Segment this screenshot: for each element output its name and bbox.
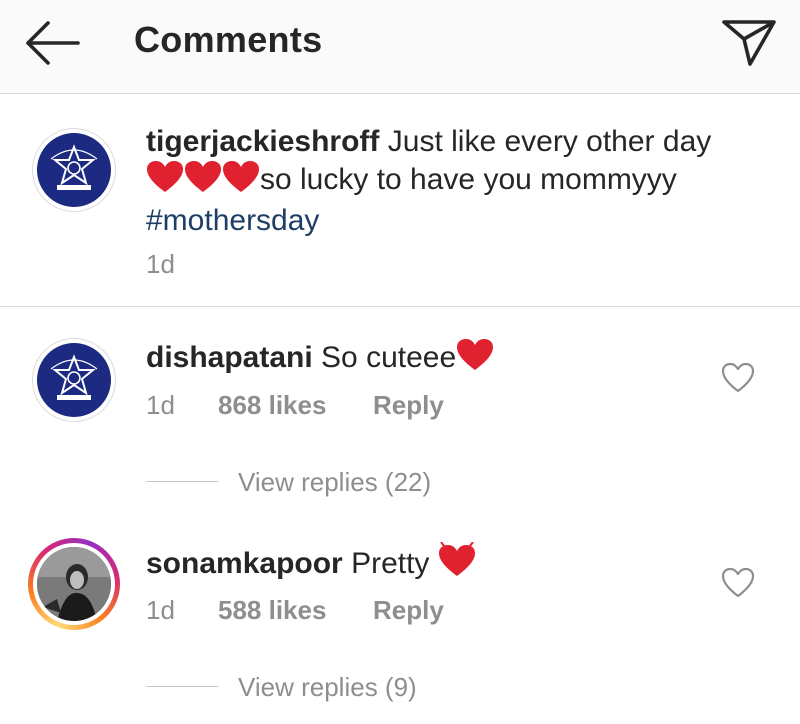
page-title: Comments [134,19,323,60]
comment-meta: 1d 588 likes Reply [146,594,546,626]
back-button[interactable] [22,18,82,68]
heart-emoji-icon [456,338,494,381]
comments-header: Comments [0,0,800,94]
comment-time: 1d [146,595,175,625]
comment-text: sonamkapoor Pretty [146,541,476,587]
replies-divider [146,686,218,687]
likes-count[interactable]: 588 likes [218,594,326,626]
avatar [37,547,111,621]
heart-emoji-icon [184,160,222,203]
profile-photo [37,547,111,621]
hashtag-link[interactable]: #mothersday [146,204,319,237]
caption-text: tigerjackieshroff Just like every other … [146,124,766,239]
caption-line1: Just like every other day [387,125,712,158]
heart-outline-icon [721,362,755,393]
arrow-left-icon [26,21,80,65]
caption-time: 1d [146,249,175,279]
view-replies-link[interactable]: View replies (9) [238,671,417,703]
avatar[interactable] [32,128,116,212]
direct-send-button[interactable] [716,8,780,72]
post-caption: tigerjackieshroff Just like every other … [0,94,800,307]
like-button[interactable] [720,565,756,601]
replies-divider [146,481,218,482]
avatar[interactable] [32,338,116,422]
reply-button[interactable]: Reply [373,389,444,421]
likes-count[interactable]: 868 likes [218,389,326,421]
comment-username[interactable]: sonamkapoor [146,547,343,580]
caption-username[interactable]: tigerjackieshroff [146,125,379,158]
police-badge-logo [37,343,111,417]
direct-send-icon [722,20,776,66]
reply-button[interactable]: Reply [373,594,444,626]
comment-username[interactable]: dishapatani [146,341,313,374]
view-replies-link[interactable]: View replies (22) [238,466,431,498]
caption-line2: so lucky to have you mommyyy [260,163,677,196]
police-badge-logo [37,133,111,207]
comment-meta: 1d 868 likes Reply [146,389,546,421]
comment-body: So cuteee [321,341,457,374]
heart-emoji-icon [222,160,260,203]
heart-emoji-icon [438,541,476,587]
like-button[interactable] [720,360,756,396]
heart-emoji-icon [146,160,184,203]
avatar-story-ring[interactable] [28,538,120,630]
comment-text: dishapatani So cuteee [146,338,494,381]
heart-outline-icon [721,567,755,598]
comment-time: 1d [146,390,175,420]
comment-body: Pretty [351,547,430,580]
